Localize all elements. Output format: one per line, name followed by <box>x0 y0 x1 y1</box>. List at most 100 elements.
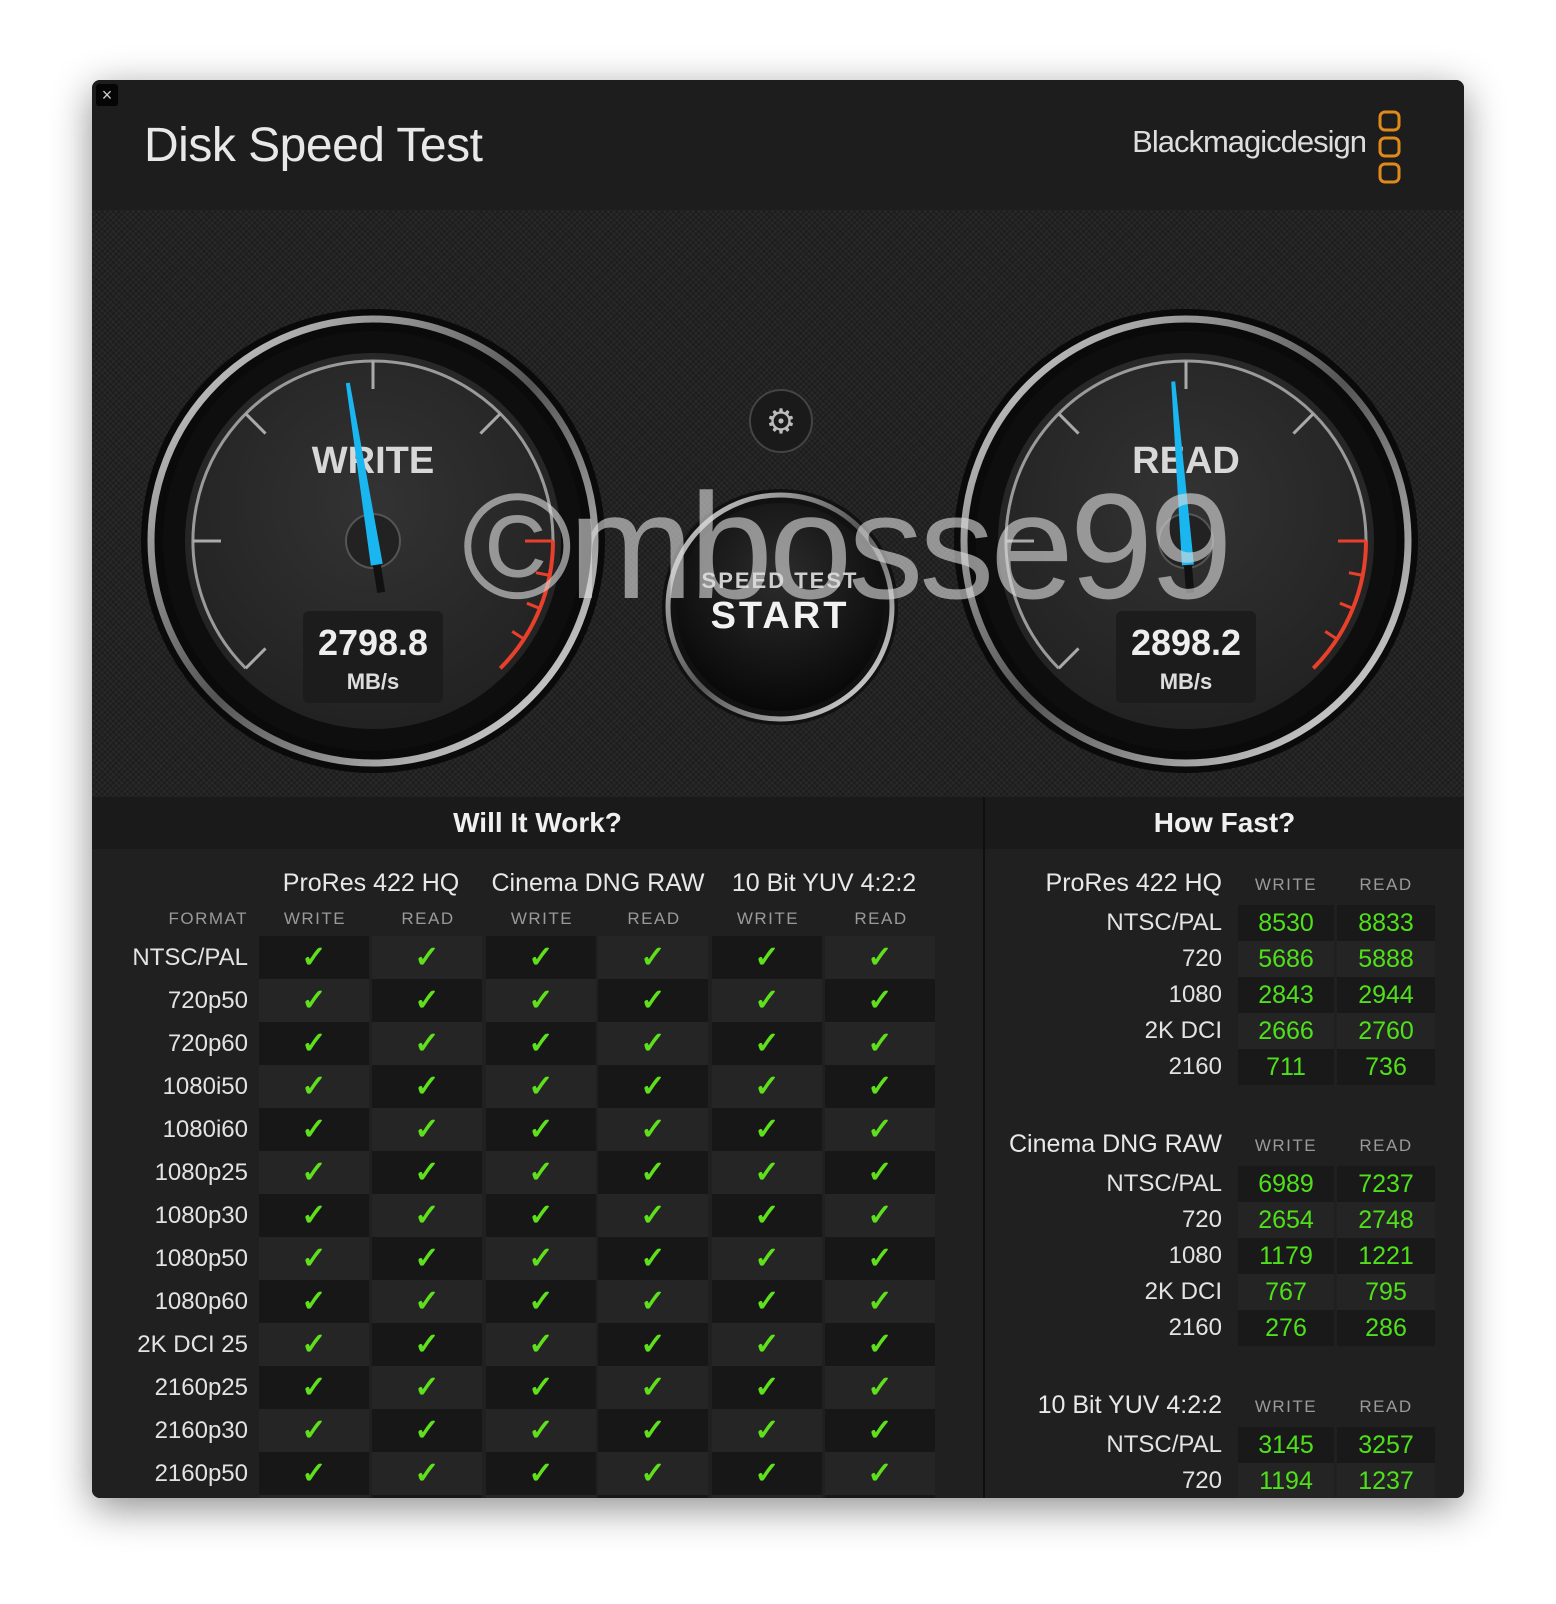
format-row-label: 720p50 <box>167 987 248 1014</box>
resolution-label: NTSC/PAL <box>1106 909 1222 936</box>
supported-check-icon: ✓ <box>372 1194 482 1237</box>
supported-check-icon: ✓ <box>598 936 708 979</box>
supported-check-icon: ✓ <box>712 979 822 1022</box>
disk-speed-test-window: × Disk Speed Test Blackmagicdesign WRITE… <box>92 80 1464 1498</box>
write-fps-value: 2654 <box>1238 1202 1334 1238</box>
format-row-label: 1080p50 <box>154 1245 248 1272</box>
resolution-label: 2K DCI <box>1144 1278 1222 1305</box>
gauge-label: READ <box>1132 440 1240 482</box>
supported-check-icon: ✓ <box>372 1022 482 1065</box>
format-row-label: 1080p30 <box>154 1202 248 1229</box>
format-row-label: 2160p50 <box>154 1460 248 1487</box>
format-group-header: Cinema DNG RAW <box>491 869 705 897</box>
supported-check-icon: ✓ <box>372 1280 482 1323</box>
write-fps-value: 5686 <box>1238 941 1334 977</box>
read-fps-value: 2748 <box>1337 1202 1435 1238</box>
settings-button[interactable]: ⚙ <box>749 389 813 453</box>
format-row-label: 1080p25 <box>154 1159 248 1186</box>
supported-check-icon: ✓ <box>598 1237 708 1280</box>
codec-section-header: ProRes 422 HQ <box>1045 869 1222 897</box>
write-fps-value: 711 <box>1238 1049 1334 1085</box>
read-fps-value: 1237 <box>1337 1463 1435 1498</box>
supported-check-icon: ✓ <box>486 1495 596 1498</box>
format-group-header: 10 Bit YUV 4:2:2 <box>731 869 917 897</box>
supported-check-icon: ✓ <box>259 1366 369 1409</box>
format-row-label: 720p60 <box>167 1030 248 1057</box>
supported-check-icon: ✓ <box>825 1366 935 1409</box>
supported-check-icon: ✓ <box>259 979 369 1022</box>
read-fps-value: 8833 <box>1337 905 1435 941</box>
supported-check-icon: ✓ <box>372 1409 482 1452</box>
supported-check-icon: ✓ <box>825 936 935 979</box>
app-title: Disk Speed Test <box>144 119 483 172</box>
supported-check-icon: ✓ <box>598 1452 708 1495</box>
resolution-label: 2160 <box>1168 1314 1222 1341</box>
read-column-header: READ <box>1359 875 1413 894</box>
supported-check-icon: ✓ <box>486 1237 596 1280</box>
supported-check-icon: ✓ <box>712 1409 822 1452</box>
supported-check-icon: ✓ <box>372 1323 482 1366</box>
read-gauge: READ 2898.2 MB/s <box>954 309 1418 773</box>
supported-check-icon: ✓ <box>598 1323 708 1366</box>
format-row-label: 1080p60 <box>154 1288 248 1315</box>
write-fps-value: 1194 <box>1238 1463 1334 1498</box>
supported-check-icon: ✓ <box>825 1237 935 1280</box>
supported-check-icon: ✓ <box>598 1366 708 1409</box>
supported-check-icon: ✓ <box>259 1151 369 1194</box>
write-column-header: WRITE <box>283 909 347 928</box>
supported-check-icon: ✓ <box>486 1323 596 1366</box>
supported-check-icon: ✓ <box>825 1108 935 1151</box>
supported-check-icon: ✓ <box>598 1495 708 1498</box>
read-fps-value: 795 <box>1337 1274 1435 1310</box>
write-fps-value: 3145 <box>1238 1427 1334 1463</box>
close-icon[interactable]: × <box>96 84 118 106</box>
resolution-label: 720 <box>1181 945 1222 972</box>
start-button[interactable]: SPEED TEST START <box>662 489 898 725</box>
supported-check-icon: ✓ <box>825 1323 935 1366</box>
gauge-value: 2898.2 <box>1131 622 1241 663</box>
supported-check-icon: ✓ <box>825 1022 935 1065</box>
format-row-label: 1080i50 <box>162 1073 248 1100</box>
supported-check-icon: ✓ <box>598 1280 708 1323</box>
supported-check-icon: ✓ <box>825 1452 935 1495</box>
supported-check-icon: ✓ <box>712 1366 822 1409</box>
write-column-header: WRITE <box>1254 1397 1318 1416</box>
resolution-label: NTSC/PAL <box>1106 1170 1222 1197</box>
write-gauge: WRITE 2798.8 MB/s <box>141 309 605 773</box>
read-fps-value: 7237 <box>1337 1166 1435 1202</box>
supported-check-icon: ✓ <box>486 1065 596 1108</box>
write-fps-value: 2843 <box>1238 977 1334 1013</box>
supported-check-icon: ✓ <box>372 1495 482 1498</box>
supported-check-icon: ✓ <box>259 936 369 979</box>
supported-check-icon: ✓ <box>372 1366 482 1409</box>
write-fps-value: 767 <box>1238 1274 1334 1310</box>
gauge-unit: MB/s <box>347 669 400 694</box>
supported-check-icon: ✓ <box>372 1151 482 1194</box>
supported-check-icon: ✓ <box>598 1194 708 1237</box>
supported-check-icon: ✓ <box>712 936 822 979</box>
gauge-label: WRITE <box>312 440 434 482</box>
supported-check-icon: ✓ <box>372 1108 482 1151</box>
read-fps-value: 2760 <box>1337 1013 1435 1049</box>
supported-check-icon: ✓ <box>825 1194 935 1237</box>
supported-check-icon: ✓ <box>825 1065 935 1108</box>
supported-check-icon: ✓ <box>259 1452 369 1495</box>
supported-check-icon: ✓ <box>598 1022 708 1065</box>
supported-check-icon: ✓ <box>486 1280 596 1323</box>
supported-check-icon: ✓ <box>486 1366 596 1409</box>
read-fps-value: 5888 <box>1337 941 1435 977</box>
supported-check-icon: ✓ <box>598 1151 708 1194</box>
supported-check-icon: ✓ <box>825 979 935 1022</box>
format-group-header: ProRes 422 HQ <box>282 869 460 897</box>
supported-check-icon: ✓ <box>372 1237 482 1280</box>
read-fps-value: 1221 <box>1337 1238 1435 1274</box>
read-fps-value: 3257 <box>1337 1427 1435 1463</box>
supported-check-icon: ✓ <box>372 979 482 1022</box>
supported-check-icon: ✓ <box>712 1495 822 1498</box>
read-column-header: READ <box>1359 1136 1413 1155</box>
supported-check-icon: ✓ <box>486 1151 596 1194</box>
supported-check-icon: ✓ <box>598 1108 708 1151</box>
codec-section-header: Cinema DNG RAW <box>1009 1130 1222 1158</box>
supported-check-icon: ✓ <box>712 1452 822 1495</box>
format-row-label: NTSC/PAL <box>132 944 248 971</box>
